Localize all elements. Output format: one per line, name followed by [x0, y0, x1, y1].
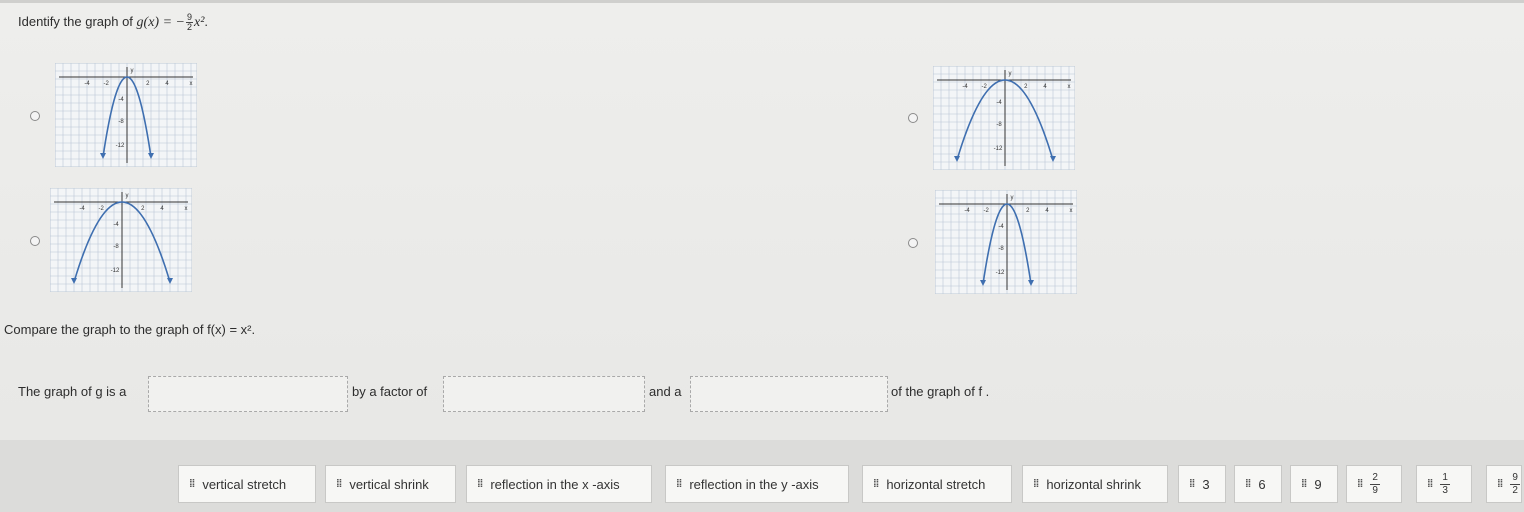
parabola-plot: -4 -2 2 4 xy-4-8-12	[50, 188, 192, 292]
answer-tile[interactable]: ⁞⁞ horizontal shrink	[1022, 465, 1168, 503]
fraction-numerator: 9	[1510, 471, 1520, 485]
axis-label-x: x	[1070, 208, 1073, 214]
blank-transformation-2[interactable]	[690, 376, 888, 412]
answer-tile[interactable]: ⁞⁞ 1 3	[1416, 465, 1472, 503]
answer-tile[interactable]: ⁞⁞ vertical stretch	[178, 465, 316, 503]
drag-grip-icon: ⁞⁞	[1427, 478, 1433, 490]
answer-tile[interactable]: ⁞⁞ 3	[1178, 465, 1226, 503]
axis-label-x: x	[185, 206, 188, 212]
answer-tile[interactable]: ⁞⁞ reflection in the x -axis	[466, 465, 652, 503]
answer-tile[interactable]: ⁞⁞ vertical shrink	[325, 465, 456, 503]
option-d-radio[interactable]	[908, 238, 918, 248]
answer-tile[interactable]: ⁞⁞ reflection in the y -axis	[665, 465, 849, 503]
tick-label-x-neg2: -2	[104, 81, 110, 87]
answer-tile-label: reflection in the x -axis	[490, 476, 620, 492]
tick-label-y-neg12: -12	[116, 143, 125, 149]
question-2-prompt: Compare the graph to the graph of f(x) =…	[4, 322, 256, 337]
sentence-part-4: of the graph of f .	[891, 384, 990, 399]
tick-label-y-neg8: -8	[998, 246, 1004, 252]
answer-tile[interactable]: ⁞⁞ 9	[1290, 465, 1338, 503]
fraction-numerator: 2	[1370, 471, 1380, 485]
tick-label-y-neg4: -4	[113, 222, 119, 228]
tick-label-y-neg4: -4	[998, 224, 1004, 230]
tick-label-y-neg8: -8	[113, 244, 119, 250]
option-b-graph[interactable]: -4 -2 2 4 x y -4 -8 -12	[50, 188, 192, 292]
tick-label-y-neg12: -12	[111, 268, 120, 274]
axis-label-y: y	[126, 193, 129, 199]
drag-grip-icon: ⁞⁞	[1497, 478, 1503, 490]
axis-label-y: y	[1009, 71, 1012, 77]
option-a-graph[interactable]: -4 -2 2 4 x y -4 -8 -12	[55, 63, 197, 167]
tick-label-x-neg4: -4	[964, 208, 970, 214]
answer-tile-label: horizontal shrink	[1046, 476, 1141, 492]
function-g: g(x) = −	[136, 14, 185, 30]
answer-tile[interactable]: ⁞⁞ 6	[1234, 465, 1282, 503]
tick-label-y-neg4: -4	[118, 97, 124, 103]
fraction-denominator: 2	[1512, 484, 1518, 496]
answer-tile[interactable]: ⁞⁞ 2 9	[1346, 465, 1402, 503]
drag-grip-icon: ⁞⁞	[477, 478, 483, 490]
drag-grip-icon: ⁞⁞	[1357, 478, 1363, 490]
answer-tile[interactable]: ⁞⁞ horizontal stretch	[862, 465, 1012, 503]
answer-tile[interactable]: ⁞⁞ 9 2	[1486, 465, 1522, 503]
fraction-denominator: 9	[1372, 484, 1378, 496]
tick-label-y-neg8: -8	[118, 119, 124, 125]
drag-grip-icon: ⁞⁞	[1033, 478, 1039, 490]
drag-grip-icon: ⁞⁞	[1245, 478, 1251, 490]
option-d-graph[interactable]: -4 -2 2 4 x y -4 -8 -12	[935, 190, 1077, 294]
question-page: Identify the graph of g(x) = −9 2 x². -4 -2…	[0, 0, 1524, 440]
answer-tile-label: 9	[1314, 476, 1322, 492]
fraction-denominator: 3	[1442, 484, 1448, 496]
sentence-part-2: by a factor of	[352, 384, 428, 399]
option-b-radio[interactable]	[30, 236, 40, 246]
parabola-plot: -4 -2 2 4 xy-4-8-12	[55, 63, 197, 167]
parabola-plot: -4 -2 2 4 xy-4-8-12	[933, 66, 1075, 170]
axis-label-y: y	[1011, 195, 1014, 201]
top-border	[0, 0, 1524, 3]
axis-label-y: y	[131, 68, 134, 74]
answer-tile-label: 3	[1202, 476, 1210, 492]
tick-label-x-neg2: -2	[984, 208, 990, 214]
answer-tile-label: vertical shrink	[349, 476, 429, 492]
answer-tile-label: 6	[1258, 476, 1266, 492]
tick-label-x-neg2: -2	[982, 84, 988, 90]
option-c-radio[interactable]	[908, 113, 918, 123]
sentence-part-3: and a	[649, 384, 682, 399]
tick-label-y-neg4: -4	[996, 100, 1002, 106]
tick-label-y-neg12: -12	[994, 146, 1003, 152]
drag-grip-icon: ⁞⁞	[873, 478, 879, 490]
axis-label-x: x	[190, 81, 193, 87]
drag-grip-icon: ⁞⁞	[189, 478, 195, 490]
option-a-radio[interactable]	[30, 111, 40, 121]
tick-label-x-neg4: -4	[962, 84, 968, 90]
parabola-plot: -4 -2 2 4 xy-4-8-12	[935, 190, 1077, 294]
axis-label-x: x	[1068, 84, 1071, 90]
drag-grip-icon: ⁞⁞	[676, 478, 682, 490]
drag-grip-icon: ⁞⁞	[1189, 478, 1195, 490]
option-c-graph[interactable]: -4 -2 2 4 x y -4 -8 -12	[933, 66, 1075, 170]
answer-tile-fraction: 13	[1440, 472, 1450, 497]
drag-grip-icon: ⁞⁞	[336, 478, 342, 490]
tick-label-y-neg12: -12	[996, 270, 1005, 276]
blank-factor[interactable]	[443, 376, 645, 412]
answer-tile-label: reflection in the y -axis	[689, 476, 819, 492]
coefficient-fraction: 92	[185, 12, 193, 32]
tick-label-x-neg4: -4	[79, 206, 85, 212]
tick-label-x-neg4: -4	[84, 81, 90, 87]
question-1-prompt: Identify the graph of g(x) = −9 2 x².	[18, 12, 209, 32]
answer-tile-label: vertical stretch	[202, 476, 287, 492]
sentence-part-1: The graph of g is a	[18, 384, 127, 399]
tick-label-x-neg2: -2	[99, 206, 105, 212]
answer-tile-fraction: 92	[1510, 472, 1520, 497]
answer-tile-fraction: 29	[1370, 472, 1380, 497]
blank-transformation-1[interactable]	[148, 376, 348, 412]
answer-tile-label: horizontal stretch	[886, 476, 986, 492]
tick-label-y-neg8: -8	[996, 122, 1002, 128]
fraction-numerator: 1	[1440, 471, 1450, 485]
drag-grip-icon: ⁞⁞	[1301, 478, 1307, 490]
